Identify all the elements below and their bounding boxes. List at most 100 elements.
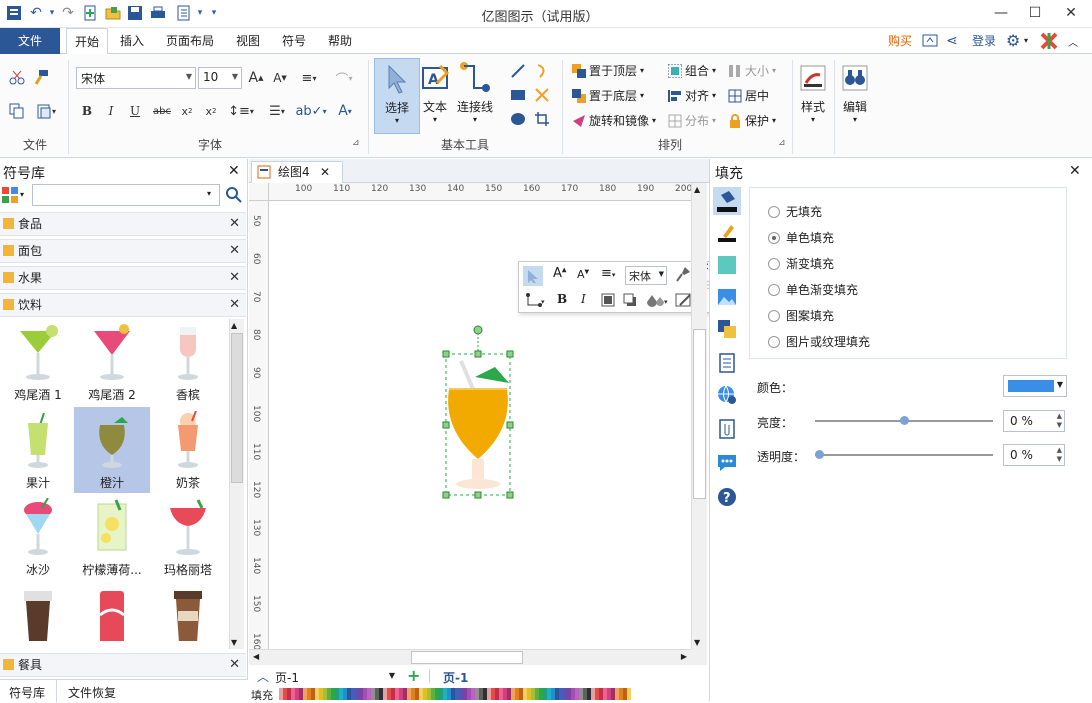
underline-icon[interactable]: U	[126, 102, 144, 120]
close-library-icon[interactable]: ✕	[228, 163, 240, 179]
symbol-champagne[interactable]: 香槟	[150, 319, 226, 405]
share-icon[interactable]: ⋖	[946, 33, 958, 49]
minimize-icon[interactable]: —	[986, 2, 1016, 24]
subscript-icon[interactable]: x2	[178, 102, 196, 120]
superscript-icon[interactable]: x2	[202, 102, 220, 120]
bold-icon[interactable]: B	[557, 292, 567, 306]
grow-font-icon[interactable]: A▲	[247, 68, 265, 88]
save-icon[interactable]	[125, 3, 145, 23]
menu-insert[interactable]: 插入	[112, 28, 152, 54]
print-icon[interactable]	[148, 3, 168, 23]
scroll-down-icon[interactable]: ▼	[231, 638, 237, 647]
ellipse-shape-icon[interactable]	[508, 110, 528, 128]
brightness-input[interactable]: 0 % ▲ ▼	[1003, 410, 1065, 432]
library-grid-dropdown-icon[interactable]: ▾	[20, 190, 24, 199]
strikethrough-icon[interactable]: abc	[150, 102, 174, 120]
symbol-takeaway-coffee[interactable]	[150, 581, 226, 641]
search-dropdown-icon[interactable]: ▾	[207, 189, 211, 198]
menu-home[interactable]: 开始	[66, 28, 109, 55]
scrollbar-thumb[interactable]	[411, 651, 523, 664]
tab-file-recovery[interactable]: 文件恢复	[68, 684, 116, 701]
format-painter-icon[interactable]	[675, 266, 691, 285]
pointer-icon[interactable]	[523, 266, 543, 286]
redo-icon[interactable]: ↷	[58, 3, 78, 23]
connector-tool-button[interactable]: 连接线 ▾	[452, 58, 498, 134]
bring-to-front-button[interactable]: 置于顶层 ▾	[572, 62, 644, 79]
resize-handle[interactable]	[442, 350, 450, 358]
menu-view[interactable]: 视图	[228, 28, 268, 54]
symbol-coffee-cup[interactable]	[0, 581, 76, 641]
transparency-input[interactable]: 0 % ▲ ▼	[1003, 444, 1065, 466]
maximize-icon[interactable]: ☐	[1020, 2, 1050, 24]
library-search-input[interactable]	[32, 184, 220, 206]
menu-symbol[interactable]: 符号	[274, 28, 314, 54]
new-file-icon[interactable]	[80, 3, 100, 23]
theme-icon[interactable]	[1040, 32, 1058, 53]
text-align-icon[interactable]: ≡▾	[601, 266, 615, 281]
page-select[interactable]: 页-1 ▼	[275, 669, 395, 685]
spin-arrows-icon[interactable]: ▲ ▼	[1057, 412, 1062, 430]
group-button[interactable]: 组合 ▾	[667, 62, 716, 79]
shadow-panel-icon[interactable]	[717, 255, 737, 275]
settings-gear-icon[interactable]: ⚙	[1006, 31, 1020, 50]
radio-picture-texture-fill[interactable]: 图片或纹理填充	[768, 333, 870, 350]
symbol-cocktail-2[interactable]: 鸡尾酒 2	[74, 319, 150, 405]
canvas-horizontal-scrollbar[interactable]: ◀ ▶	[249, 649, 691, 665]
rotate-mirror-button[interactable]: 旋转和镜像 ▾	[572, 112, 656, 129]
library-grid-icon[interactable]	[2, 187, 18, 206]
radio-gradient-fill[interactable]: 渐变填充	[768, 255, 834, 272]
login-link[interactable]: 登录	[964, 28, 1004, 54]
library-scrollbar[interactable]: ▲ ▼	[229, 319, 244, 649]
paste-icon[interactable]: ▾	[32, 102, 60, 120]
category-food[interactable]: 食品 ✕	[0, 212, 246, 236]
font-size-combo[interactable]: 10 ▼	[198, 67, 242, 89]
copy-icon[interactable]	[8, 102, 26, 120]
transparency-slider[interactable]	[815, 454, 993, 456]
tab-symbol-library[interactable]: 符号库	[9, 684, 45, 701]
arrange-dialog-launcher-icon[interactable]: ⊿	[778, 138, 786, 148]
page-tab[interactable]: 页-1	[443, 669, 468, 686]
line-panel-icon[interactable]	[717, 223, 737, 243]
italic-icon[interactable]: I	[102, 102, 120, 120]
menu-layout[interactable]: 页面布局	[158, 28, 222, 54]
category-drinks[interactable]: 饮料 ✕	[0, 293, 246, 317]
open-file-icon[interactable]	[103, 3, 123, 23]
rectangle-shape-icon[interactable]	[508, 86, 528, 104]
fill-panel-icon[interactable]	[713, 187, 741, 215]
connector-icon[interactable]: ▾	[525, 292, 547, 311]
radio-solid-fill[interactable]: 单色填充	[768, 229, 834, 246]
scroll-down-icon[interactable]: ▼	[694, 638, 700, 647]
symbol-soda-can[interactable]	[74, 581, 150, 641]
scroll-up-icon[interactable]: ▲	[231, 321, 237, 330]
scroll-left-icon[interactable]: ◀	[253, 652, 259, 661]
bullet-list-icon[interactable]: ☰ ▾	[262, 102, 292, 120]
shrink-font-icon[interactable]: A▼	[577, 268, 589, 281]
radio-pattern-fill[interactable]: 图案填充	[768, 307, 834, 324]
symbol-smoothie[interactable]: 冰沙	[0, 494, 76, 580]
collapse-ribbon-icon[interactable]: ︿	[1068, 34, 1078, 49]
page-panel-icon[interactable]	[717, 353, 737, 373]
category-bread[interactable]: 面包 ✕	[0, 239, 246, 263]
menu-file[interactable]: 文件	[0, 28, 60, 54]
style-button[interactable]: 样式 ▾	[796, 58, 830, 134]
scroll-up-icon[interactable]: ▲	[694, 185, 700, 194]
scrollbar-thumb[interactable]	[231, 333, 243, 483]
color-swatches[interactable]	[279, 688, 631, 700]
scroll-right-icon[interactable]: ▶	[681, 652, 687, 661]
text-align-icon[interactable]: ≡▾	[296, 68, 322, 88]
close-icon[interactable]: ✕	[229, 267, 240, 289]
close-tab-icon[interactable]: ✕	[320, 162, 330, 182]
italic-icon[interactable]: I	[581, 292, 586, 306]
format-painter-icon[interactable]	[32, 68, 50, 86]
hyperlink-globe-icon[interactable]	[717, 385, 737, 405]
send-to-back-button[interactable]: 置于底层 ▾	[572, 87, 644, 104]
customize-toolbar-icon[interactable]: ▾	[204, 3, 224, 23]
shrink-font-icon[interactable]: A▼	[271, 68, 289, 88]
align-button[interactable]: 对齐 ▾	[668, 87, 716, 104]
close-fill-panel-icon[interactable]: ✕	[1069, 163, 1081, 179]
close-icon[interactable]: ✕	[1056, 2, 1086, 24]
comment-icon[interactable]	[717, 453, 737, 473]
font-dialog-launcher-icon[interactable]: ⊿	[352, 138, 360, 148]
settings-dropdown-icon[interactable]: ▾	[1024, 36, 1028, 45]
transparency-slider-knob[interactable]	[815, 450, 824, 459]
